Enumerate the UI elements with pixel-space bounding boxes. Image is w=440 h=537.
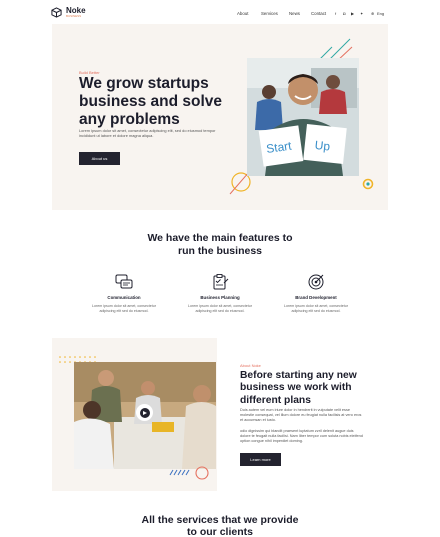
clipboard-icon — [213, 274, 229, 290]
nav-services[interactable]: Services — [261, 11, 278, 16]
play-icon — [139, 407, 150, 418]
feature-desc: Lorem ipsum dolor sit amet, consectetur … — [188, 304, 252, 313]
feature-business-planning: Business Planning Lorem ipsum dolor sit … — [180, 273, 260, 314]
play-video-button[interactable] — [136, 404, 153, 421]
decorative-circle-icon — [362, 178, 374, 190]
services-title-line2: to our clients — [187, 526, 253, 537]
startup-man-photo: Start Up — [247, 58, 359, 176]
feature-name: Communication — [107, 295, 141, 300]
nav-about[interactable]: About — [237, 11, 248, 16]
decorative-stripes-icon — [169, 466, 209, 480]
feature-desc: Lorem ipsum dolor sit amet, consectetur … — [92, 304, 156, 313]
nav-contact[interactable]: Contact — [311, 11, 326, 16]
about-text-1: Duis autem vel eum iriure dolor in hendr… — [240, 408, 362, 422]
sign-right-text: Up — [314, 138, 331, 154]
feature-communication: Communication Lorem ipsum dolor sit amet… — [84, 273, 164, 314]
globe-icon[interactable]: ⊕ — [371, 11, 374, 16]
nav-news[interactable]: News — [289, 11, 300, 16]
features-title: We have the main features to run the bus… — [120, 232, 320, 257]
feature-brand-development: Brand Development Lorem ipsum dolor sit … — [276, 273, 356, 314]
about-us-button[interactable]: About us — [79, 152, 120, 165]
feature-name: Brand Development — [295, 295, 337, 300]
logo-cube-icon[interactable] — [51, 7, 62, 18]
hero-text: Lorem ipsum dolor sit amet, consectetur … — [79, 128, 216, 139]
services-title-line1: All the services that we provide — [141, 514, 299, 526]
services-title: All the services that we provide to our … — [120, 514, 320, 537]
facebook-icon[interactable]: f — [335, 11, 336, 16]
twitter-icon[interactable]: ✦ — [360, 11, 363, 16]
feature-desc: Lorem ipsum dolor sit amet, consectetur … — [284, 304, 348, 313]
features-title-line2: run the business — [177, 244, 262, 257]
language-selector[interactable]: Eng — [377, 11, 384, 16]
instagram-icon[interactable]: ◘ — [343, 11, 345, 16]
youtube-icon[interactable]: ▶ — [351, 11, 354, 16]
hero-photo: Start Up — [247, 58, 359, 176]
about-text-2: odio dignissim qui blandit praesent lupt… — [240, 429, 363, 443]
feature-name: Business Planning — [200, 295, 240, 300]
about-label: About Noke — [240, 363, 261, 368]
hero-title: We grow startups business and solve any … — [79, 75, 222, 128]
learn-more-button[interactable]: Learn more — [240, 453, 281, 466]
features-title-line1: We have the main features to — [147, 232, 293, 244]
about-title: Before starting any new business we work… — [240, 370, 357, 406]
brand-tagline: BUSINESS — [66, 14, 82, 18]
chat-bubbles-icon — [115, 274, 133, 289]
target-icon — [308, 274, 324, 290]
